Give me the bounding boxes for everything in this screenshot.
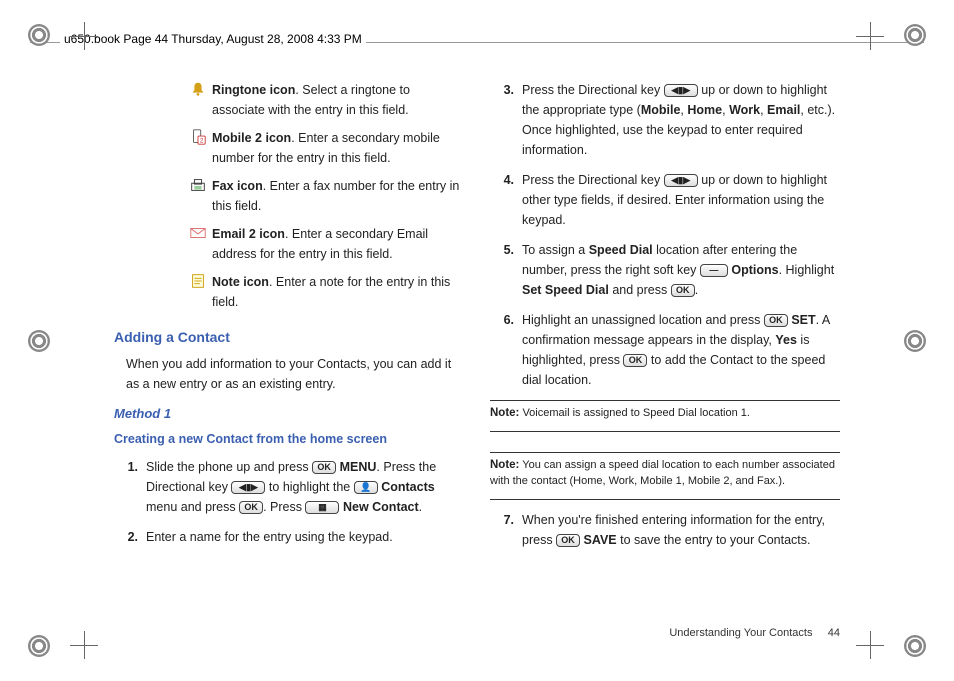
- note-1: Note: Voicemail is assigned to Speed Dia…: [490, 405, 840, 421]
- step-text: Press the Directional key ◀▮▶ up or down…: [522, 170, 840, 230]
- note-rule: [490, 452, 840, 453]
- icon-list: Ringtone icon. Select a ringtone to asso…: [114, 80, 464, 312]
- step-4: 4. Press the Directional key ◀▮▶ up or d…: [490, 170, 840, 230]
- heading-creating: Creating a new Contact from the home scr…: [114, 429, 464, 449]
- email2-icon: [184, 224, 212, 264]
- fax-icon-row: Fax icon. Enter a fax number for the ent…: [184, 176, 464, 216]
- step-text: Press the Directional key ◀▮▶ up or down…: [522, 80, 840, 160]
- crop-mark-icon: [70, 631, 98, 659]
- note-icon: [184, 272, 212, 312]
- step-7: 7. When you're finished entering informa…: [490, 510, 840, 550]
- gear-icon: [28, 635, 50, 657]
- left-column: Ringtone icon. Select a ringtone to asso…: [114, 80, 464, 621]
- mobile2-desc: Mobile 2 icon. Enter a secondary mobile …: [212, 128, 464, 168]
- step-number: 2.: [114, 527, 146, 547]
- fax-icon: [184, 176, 212, 216]
- note-rule: [490, 431, 840, 432]
- footer-section: Understanding Your Contacts: [669, 627, 812, 639]
- svg-text:2: 2: [200, 137, 204, 144]
- crop-mark-icon: [70, 22, 98, 50]
- step-text: Enter a name for the entry using the key…: [146, 527, 464, 547]
- note-2: Note: You can assign a speed dial locati…: [490, 457, 840, 489]
- gear-icon: [28, 330, 50, 352]
- step-6: 6. Highlight an unassigned location and …: [490, 310, 840, 390]
- adding-intro: When you add information to your Contact…: [126, 354, 464, 394]
- gear-icon: [904, 330, 926, 352]
- step-number: 3.: [490, 80, 522, 160]
- ok-key-icon: OK: [623, 354, 647, 367]
- ok-key-icon: OK: [239, 501, 263, 514]
- ok-key-icon: OK: [671, 284, 695, 297]
- ok-key-icon: OK: [312, 461, 336, 474]
- heading-adding-contact: Adding a Contact: [114, 326, 464, 348]
- step-number: 7.: [490, 510, 522, 550]
- right-column: 3. Press the Directional key ◀▮▶ up or d…: [490, 80, 840, 621]
- ok-key-icon: OK: [556, 534, 580, 547]
- ringtone-icon-row: Ringtone icon. Select a ringtone to asso…: [184, 80, 464, 120]
- step-number: 6.: [490, 310, 522, 390]
- step-1: 1. Slide the phone up and press OK MENU.…: [114, 457, 464, 517]
- step-text: Highlight an unassigned location and pre…: [522, 310, 840, 390]
- step-text: To assign a Speed Dial location after en…: [522, 240, 840, 300]
- email2-desc: Email 2 icon. Enter a secondary Email ad…: [212, 224, 464, 264]
- ringtone-icon: [184, 80, 212, 120]
- mobile2-icon: 2: [184, 128, 212, 168]
- gear-icon: [28, 24, 50, 46]
- ringtone-desc: Ringtone icon. Select a ringtone to asso…: [212, 80, 464, 120]
- gear-icon: [904, 635, 926, 657]
- email2-icon-row: Email 2 icon. Enter a secondary Email ad…: [184, 224, 464, 264]
- step-3: 3. Press the Directional key ◀▮▶ up or d…: [490, 80, 840, 160]
- header-text: u650.book Page 44 Thursday, August 28, 2…: [60, 32, 366, 46]
- step-number: 1.: [114, 457, 146, 517]
- step-text: When you're finished entering informatio…: [522, 510, 840, 550]
- step-number: 5.: [490, 240, 522, 300]
- manual-page: u650.book Page 44 Thursday, August 28, 2…: [0, 0, 954, 681]
- note-rule: [490, 400, 840, 401]
- contacts-key-icon: 👤: [354, 481, 378, 494]
- fax-desc: Fax icon. Enter a fax number for the ent…: [212, 176, 464, 216]
- note-rule: [490, 499, 840, 500]
- crop-mark-icon: [856, 631, 884, 659]
- nav-key-icon: ◀▮▶: [231, 481, 265, 494]
- note-icon-row: Note icon. Enter a note for the entry in…: [184, 272, 464, 312]
- step-2: 2. Enter a name for the entry using the …: [114, 527, 464, 547]
- note-desc: Note icon. Enter a note for the entry in…: [212, 272, 464, 312]
- content-area: Ringtone icon. Select a ringtone to asso…: [114, 80, 840, 621]
- mobile2-icon-row: 2 Mobile 2 icon. Enter a secondary mobil…: [184, 128, 464, 168]
- page-footer: Understanding Your Contacts 44: [669, 627, 840, 639]
- crop-mark-icon: [856, 22, 884, 50]
- step-number: 4.: [490, 170, 522, 230]
- heading-method1: Method 1: [114, 404, 464, 425]
- ok-key-icon: OK: [764, 314, 788, 327]
- step-5: 5. To assign a Speed Dial location after…: [490, 240, 840, 300]
- nav-key-icon: ◀▮▶: [664, 84, 698, 97]
- step-text: Slide the phone up and press OK MENU. Pr…: [146, 457, 464, 517]
- gear-icon: [904, 24, 926, 46]
- footer-page-number: 44: [828, 627, 840, 639]
- nav-key-icon: ◀▮▶: [664, 174, 698, 187]
- softkey-icon: ▦: [305, 501, 339, 514]
- softkey-icon: —: [700, 264, 728, 277]
